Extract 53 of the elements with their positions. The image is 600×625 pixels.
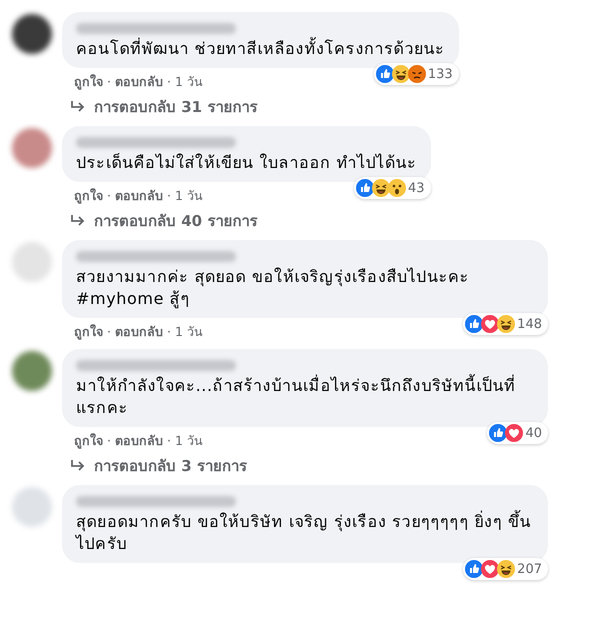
- separator-dot: ·: [166, 74, 171, 90]
- reaction-summary[interactable]: 148: [463, 313, 548, 335]
- reaction-summary[interactable]: 133: [374, 63, 459, 85]
- reaction-summary[interactable]: 207: [463, 558, 548, 580]
- comment-text: คอนโดที่พัฒนา ช่วยทาสีเหลืองทั้งโครงการด้วยนะ: [76, 38, 445, 60]
- timestamp: 1 วัน: [174, 74, 203, 90]
- action-link[interactable]: ตอบกลับ: [114, 324, 163, 340]
- reaction-count: 40: [525, 426, 542, 440]
- action-link[interactable]: ถูกใจ: [74, 324, 103, 340]
- reply-arrow-icon: [70, 459, 86, 473]
- like-icon: [489, 424, 508, 442]
- timestamp: 1 วัน: [174, 433, 203, 449]
- separator-dot: ·: [107, 74, 111, 90]
- timestamp: 1 วัน: [174, 324, 203, 340]
- like-icon: [465, 315, 484, 333]
- action-link[interactable]: ตอบกลับ: [114, 74, 163, 90]
- avatar[interactable]: [12, 14, 52, 54]
- reaction-count: 43: [408, 180, 425, 196]
- surprised-face-icon: [388, 179, 406, 197]
- laughing-face-icon: [497, 560, 516, 578]
- reaction-count: 133: [428, 66, 453, 82]
- action-link[interactable]: ถูกใจ: [74, 433, 103, 449]
- separator-dot: ·: [107, 433, 111, 449]
- reaction-count: 207: [517, 562, 542, 576]
- like-icon: [376, 65, 394, 83]
- reaction-summary[interactable]: 43: [354, 177, 431, 199]
- laughing-face-icon: [497, 315, 516, 333]
- reaction-count: 148: [517, 316, 542, 332]
- action-link[interactable]: ถูกใจ: [74, 74, 103, 90]
- laughing-face-icon: [392, 65, 410, 83]
- view-replies-link[interactable]: การตอบกลับ 40 รายการ: [62, 204, 258, 231]
- angry-face-icon: [408, 65, 426, 83]
- comment-text: ประเด็นคือไม่ใส่ให้เขียน ใบลาออก ทำไปได้นะ: [76, 152, 417, 174]
- timestamp: 1 วัน: [174, 188, 203, 204]
- comment-text: มาให้กำลังใจคะ...ถ้าสร้างบ้านเมื่อไหร่จะนึกถึงบริษัทนี้เป็นที่แรกคะ: [76, 375, 517, 419]
- action-link[interactable]: ตอบกลับ: [114, 188, 163, 204]
- reaction-summary[interactable]: 40: [487, 422, 548, 444]
- view-replies-link[interactable]: การตอบกลับ 3 รายการ: [62, 449, 247, 476]
- comment-text: สวยงามมากค่ะ สุดยอด ขอให้เจริญรุ่งเรืองสืบไปนะคะ #myhome สู้ๆ: [76, 266, 470, 310]
- like-icon: [356, 179, 374, 197]
- like-icon: [465, 560, 484, 578]
- separator-dot: ·: [166, 324, 171, 340]
- comment-text: สุดยอดมากครับ ขอให้บริษัท เจริญ รุ่งเรือง รวยๆๆๆๆๆ ยิ่งๆ ขึ้นไปครับ: [76, 511, 532, 555]
- reply-arrow-icon: [70, 100, 86, 114]
- action-link[interactable]: ตอบกลับ: [114, 433, 163, 449]
- separator-dot: ·: [107, 324, 111, 340]
- separator-dot: ·: [107, 188, 111, 204]
- separator-dot: ·: [166, 188, 171, 204]
- view-replies-link[interactable]: การตอบกลับ 31 รายการ: [62, 90, 258, 117]
- laughing-face-icon: [372, 179, 390, 197]
- separator-dot: ·: [166, 433, 171, 449]
- action-link[interactable]: ถูกใจ: [74, 188, 103, 204]
- reply-arrow-icon: [70, 214, 86, 228]
